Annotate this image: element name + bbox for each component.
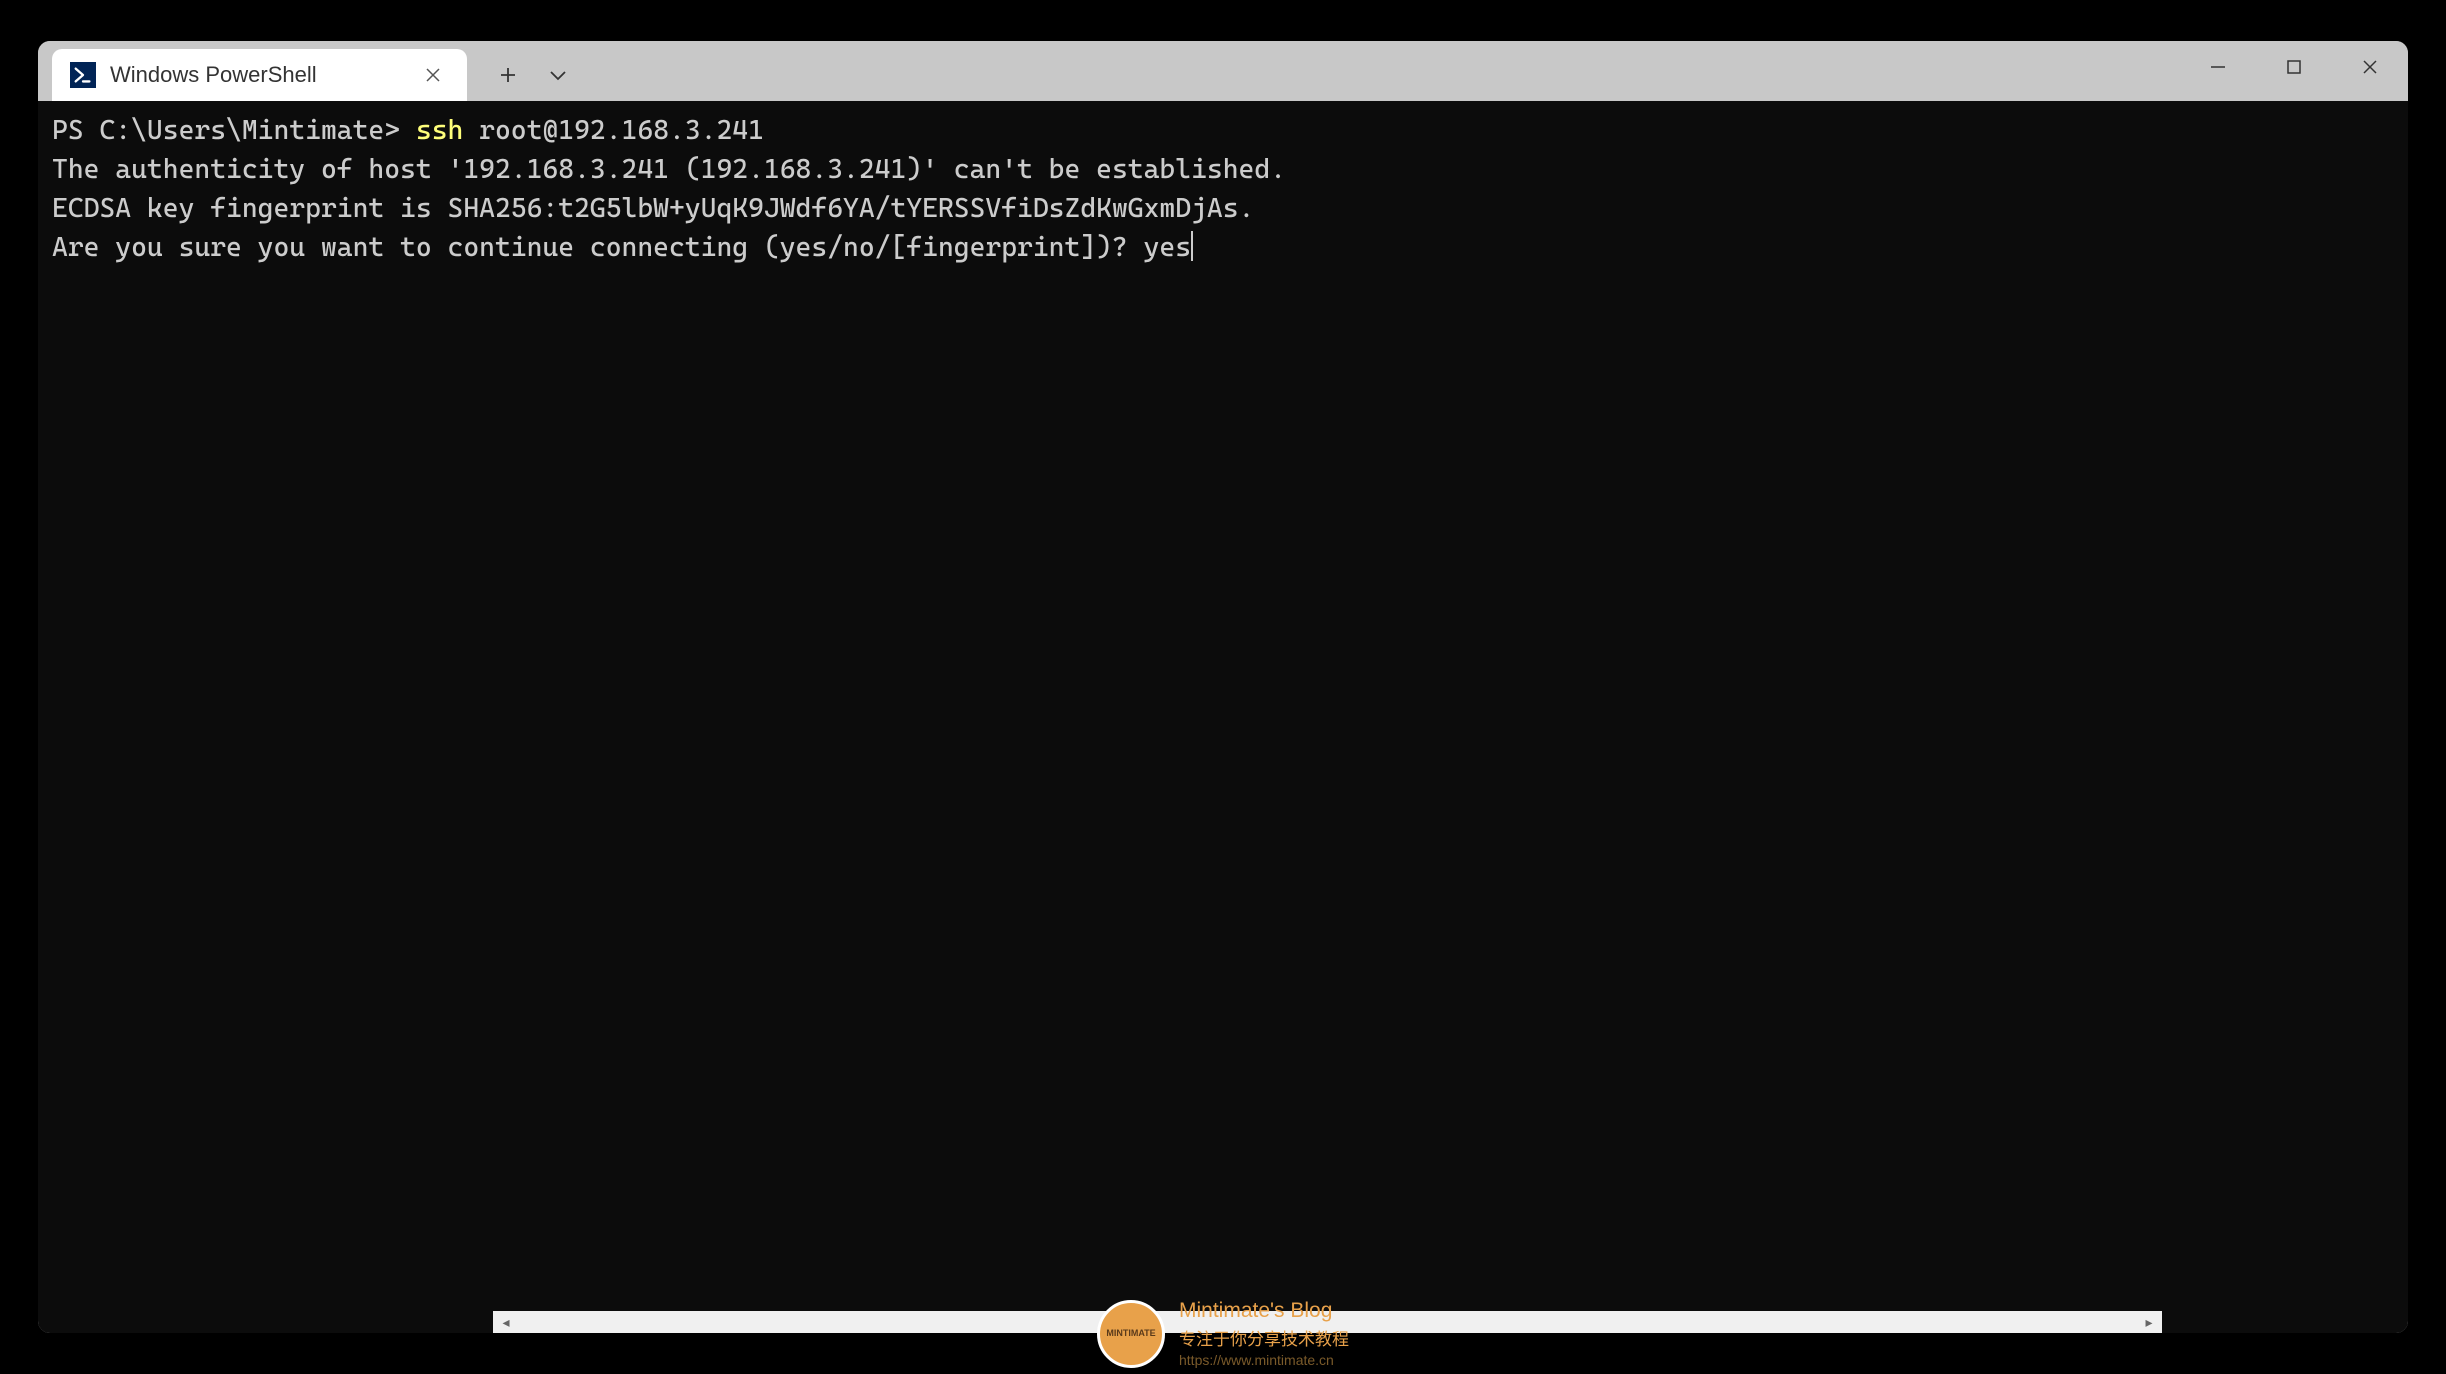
scroll-left-arrow[interactable]: ◂ [493,1311,519,1333]
watermark-url: https://www.mintimate.cn [1179,1352,1349,1368]
watermark: MINTIMATE Mintimate's Blog 专注于你分享技术教程 ht… [1097,1299,1349,1368]
watermark-title: Mintimate's Blog [1179,1299,1349,1323]
close-window-button[interactable] [2332,41,2408,93]
tab-title: Windows PowerShell [110,62,417,88]
terminal-command-line: PS C:\Users\Mintimate> ssh root@192.168.… [52,111,2394,150]
scroll-right-arrow[interactable]: ▸ [2136,1311,2162,1333]
command-keyword: ssh [416,115,463,146]
terminal-output[interactable]: PS C:\Users\Mintimate> ssh root@192.168.… [38,101,2408,1333]
watermark-text-group: Mintimate's Blog 专注于你分享技术教程 https://www.… [1179,1299,1349,1368]
window-controls [2180,41,2408,93]
titlebar: Windows PowerShell [38,41,2408,101]
minimize-button[interactable] [2180,41,2256,93]
terminal-line: The authenticity of host '192.168.3.241 … [52,150,2394,189]
tab-dropdown-button[interactable] [533,50,583,100]
prompt: PS C:\Users\Mintimate> [52,115,416,146]
new-tab-button[interactable] [483,50,533,100]
watermark-avatar: MINTIMATE [1097,1300,1165,1368]
tab-actions [483,49,583,101]
maximize-button[interactable] [2256,41,2332,93]
terminal-line: Are you sure you want to continue connec… [52,228,2394,267]
terminal-line: ECDSA key fingerprint is SHA256:t2G5lbW+… [52,189,2394,228]
terminal-window: Windows PowerShell [38,41,2408,1333]
watermark-subtitle: 专注于你分享技术教程 [1179,1325,1349,1350]
command-args: root@192.168.3.241 [463,115,764,146]
close-tab-button[interactable] [417,59,449,91]
cursor [1191,231,1193,261]
tab-powershell[interactable]: Windows PowerShell [52,49,467,101]
powershell-icon [70,62,96,88]
